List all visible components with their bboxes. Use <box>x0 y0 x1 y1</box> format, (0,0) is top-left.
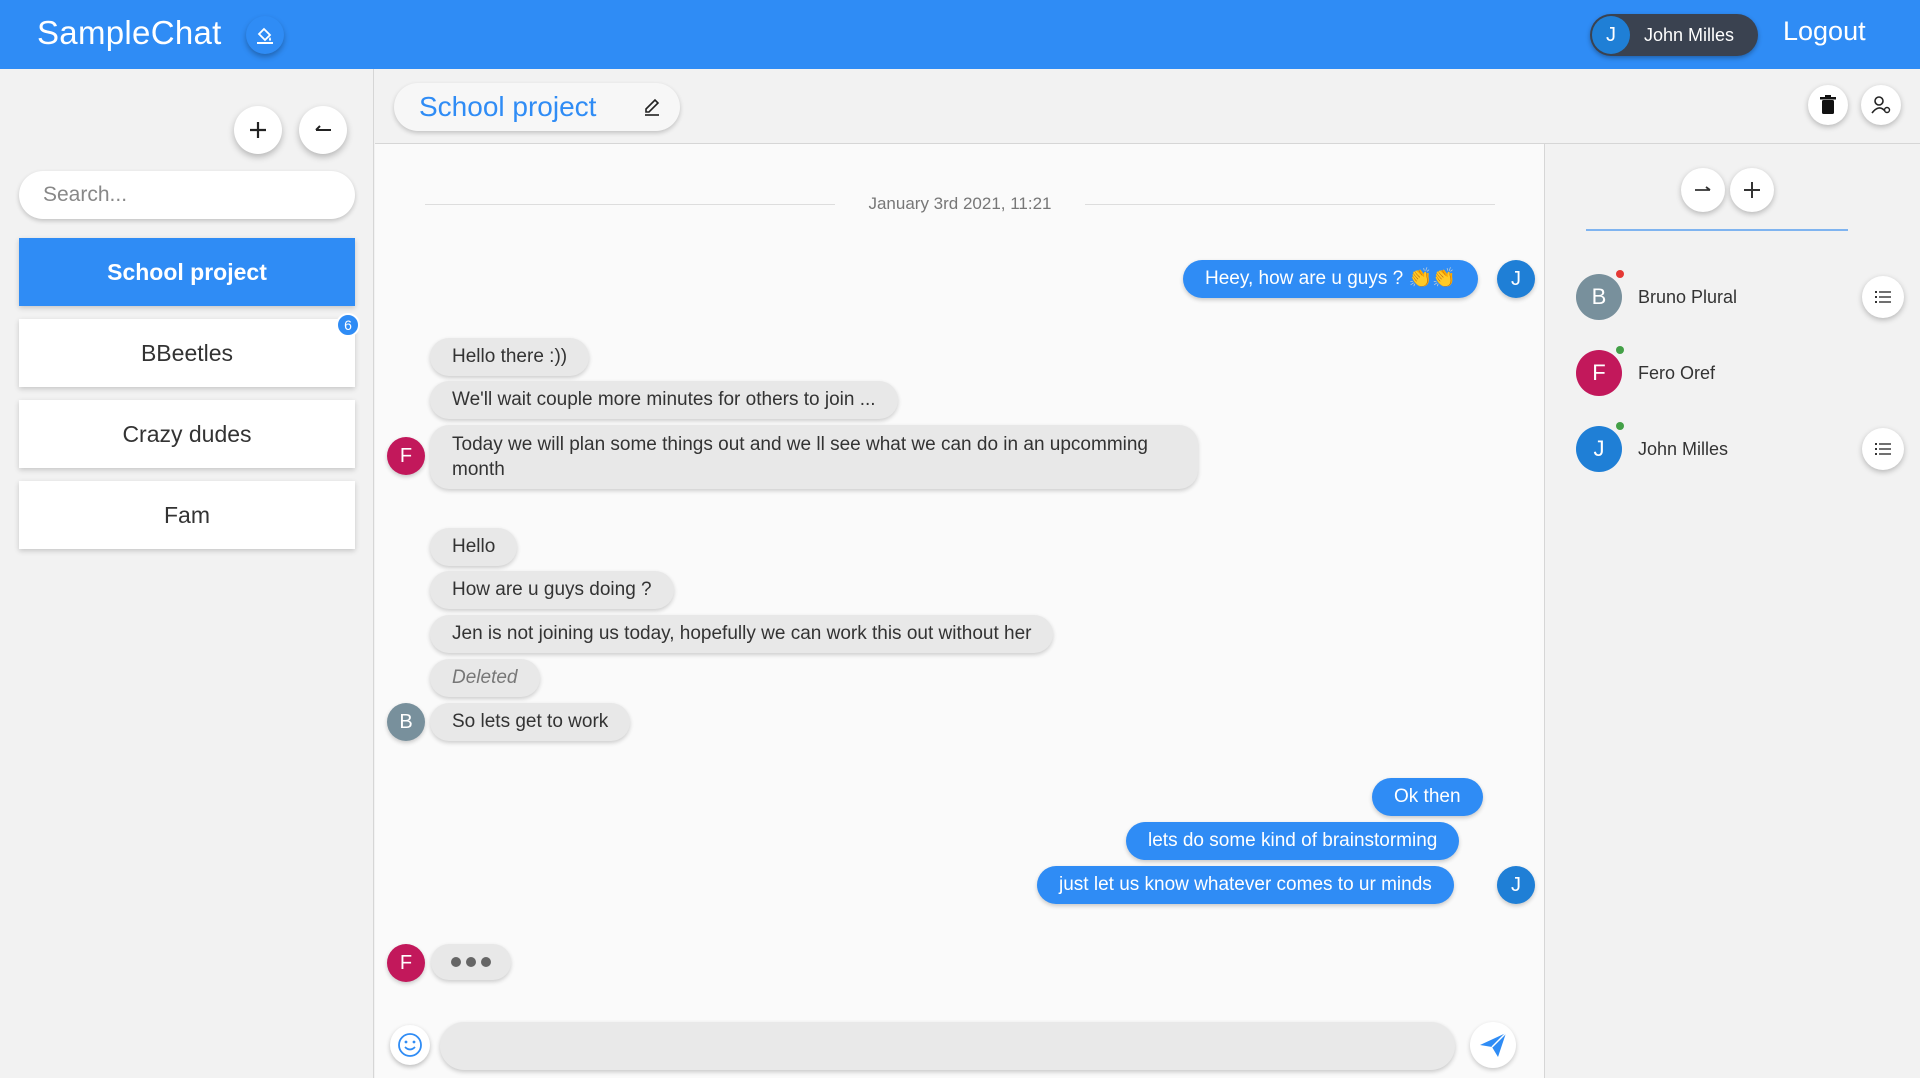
members-button[interactable] <box>1861 85 1901 125</box>
avatar: J <box>1592 16 1630 54</box>
send-icon <box>1480 1032 1507 1057</box>
status-dot <box>1616 422 1624 430</box>
room-title-pill: School project <box>394 83 680 131</box>
avatar: F <box>1576 350 1622 396</box>
message-bubble-incoming[interactable]: Hello <box>430 528 518 566</box>
add-member-button[interactable] <box>1730 168 1774 212</box>
add-room-button[interactable] <box>234 106 282 154</box>
message-bubble-outgoing[interactable]: Ok then <box>1372 778 1483 816</box>
avatar: B <box>1576 274 1622 320</box>
member-options-button[interactable] <box>1862 428 1904 470</box>
list-icon <box>1875 443 1891 455</box>
room-item-fam[interactable]: Fam <box>19 481 355 549</box>
room-label: BBeetles <box>140 339 234 366</box>
user-settings-icon <box>1871 96 1891 114</box>
send-button[interactable] <box>1470 1022 1516 1068</box>
logout-button[interactable]: Logout <box>1783 16 1866 47</box>
avatar: J <box>1497 866 1535 904</box>
avatar: F <box>387 437 425 475</box>
arrow-left-icon <box>315 125 331 131</box>
hide-members-button[interactable] <box>1681 168 1725 212</box>
member-name: John Milles <box>1638 439 1729 459</box>
avatar: J <box>1497 260 1535 298</box>
message-bubble-incoming[interactable]: So lets get to work <box>430 703 631 741</box>
member-options-button[interactable] <box>1862 276 1904 318</box>
status-dot <box>1616 346 1624 354</box>
chat-header: School project <box>375 69 1920 144</box>
app-title: SampleChat <box>37 14 222 51</box>
avatar: J <box>1576 426 1622 472</box>
room-label: Crazy dudes <box>122 420 252 447</box>
typing-indicator <box>431 944 511 980</box>
avatar: B <box>387 703 425 741</box>
message-bubble-incoming[interactable]: Hello there :)) <box>430 338 590 376</box>
unread-badge: 6 <box>336 313 360 337</box>
theme-button[interactable] <box>246 16 284 54</box>
message-bubble-deleted: Deleted <box>430 659 540 697</box>
message-bubble-incoming[interactable]: Today we will plan some things out and w… <box>430 425 1198 489</box>
user-name: John Milles <box>1644 25 1735 45</box>
message-bubble-outgoing[interactable]: Heey, how are u guys ? 👏👏 <box>1183 260 1478 298</box>
member-name: Bruno Plural <box>1638 287 1738 307</box>
status-dot <box>1616 270 1624 278</box>
member-item[interactable]: J John Milles <box>1576 422 1906 474</box>
room-label: Fam <box>164 501 210 528</box>
trash-icon <box>1820 95 1836 114</box>
top-bar: SampleChat J John Milles Logout <box>0 0 1920 69</box>
arrow-right-icon <box>1695 186 1711 191</box>
message-area: January 3rd 2021, 11:21 Heey, how are u … <box>375 144 1545 1078</box>
plus-icon <box>1744 182 1760 198</box>
paint-bucket-icon <box>257 27 273 44</box>
delete-room-button[interactable] <box>1808 85 1848 125</box>
pencil-icon <box>645 98 660 116</box>
plus-icon <box>250 122 266 138</box>
sidebar: School project BBeetles 6 Crazy dudes Fa… <box>0 69 374 1078</box>
room-label: School project <box>107 258 267 285</box>
message-bubble-incoming[interactable]: We'll wait couple more minutes for other… <box>430 381 898 419</box>
message-input[interactable] <box>440 1022 1455 1070</box>
list-icon <box>1875 291 1891 303</box>
message-bubble-outgoing[interactable]: just let us know whatever comes to ur mi… <box>1037 866 1454 904</box>
message-bubble-outgoing[interactable]: lets do some kind of brainstorming <box>1126 822 1460 860</box>
room-item-bbeetles[interactable]: BBeetles <box>19 319 355 387</box>
message-bubble-incoming[interactable]: Jen is not joining us today, hopefully w… <box>430 615 1054 653</box>
date-separator: January 3rd 2021, 11:21 <box>425 194 1495 214</box>
smiley-icon <box>398 1033 422 1057</box>
message-bubble-incoming[interactable]: How are u guys doing ? <box>430 571 674 609</box>
room-item-school-project[interactable]: School project <box>19 238 355 306</box>
avatar: F <box>387 944 425 982</box>
collapse-sidebar-button[interactable] <box>299 106 347 154</box>
room-item-crazy-dudes[interactable]: Crazy dudes <box>19 400 355 468</box>
edit-title-button[interactable] <box>642 97 662 122</box>
member-name: Fero Oref <box>1638 363 1716 383</box>
user-chip[interactable]: J John Milles <box>1590 14 1758 56</box>
member-item[interactable]: F Fero Oref <box>1576 346 1906 398</box>
member-item[interactable]: B Bruno Plural <box>1576 270 1906 322</box>
divider <box>1586 229 1848 231</box>
emoji-button[interactable] <box>390 1025 430 1065</box>
room-title: School project <box>419 91 597 122</box>
members-panel: B Bruno Plural F Fero Oref J John Milles <box>1546 144 1920 1078</box>
search-input[interactable] <box>19 171 355 219</box>
